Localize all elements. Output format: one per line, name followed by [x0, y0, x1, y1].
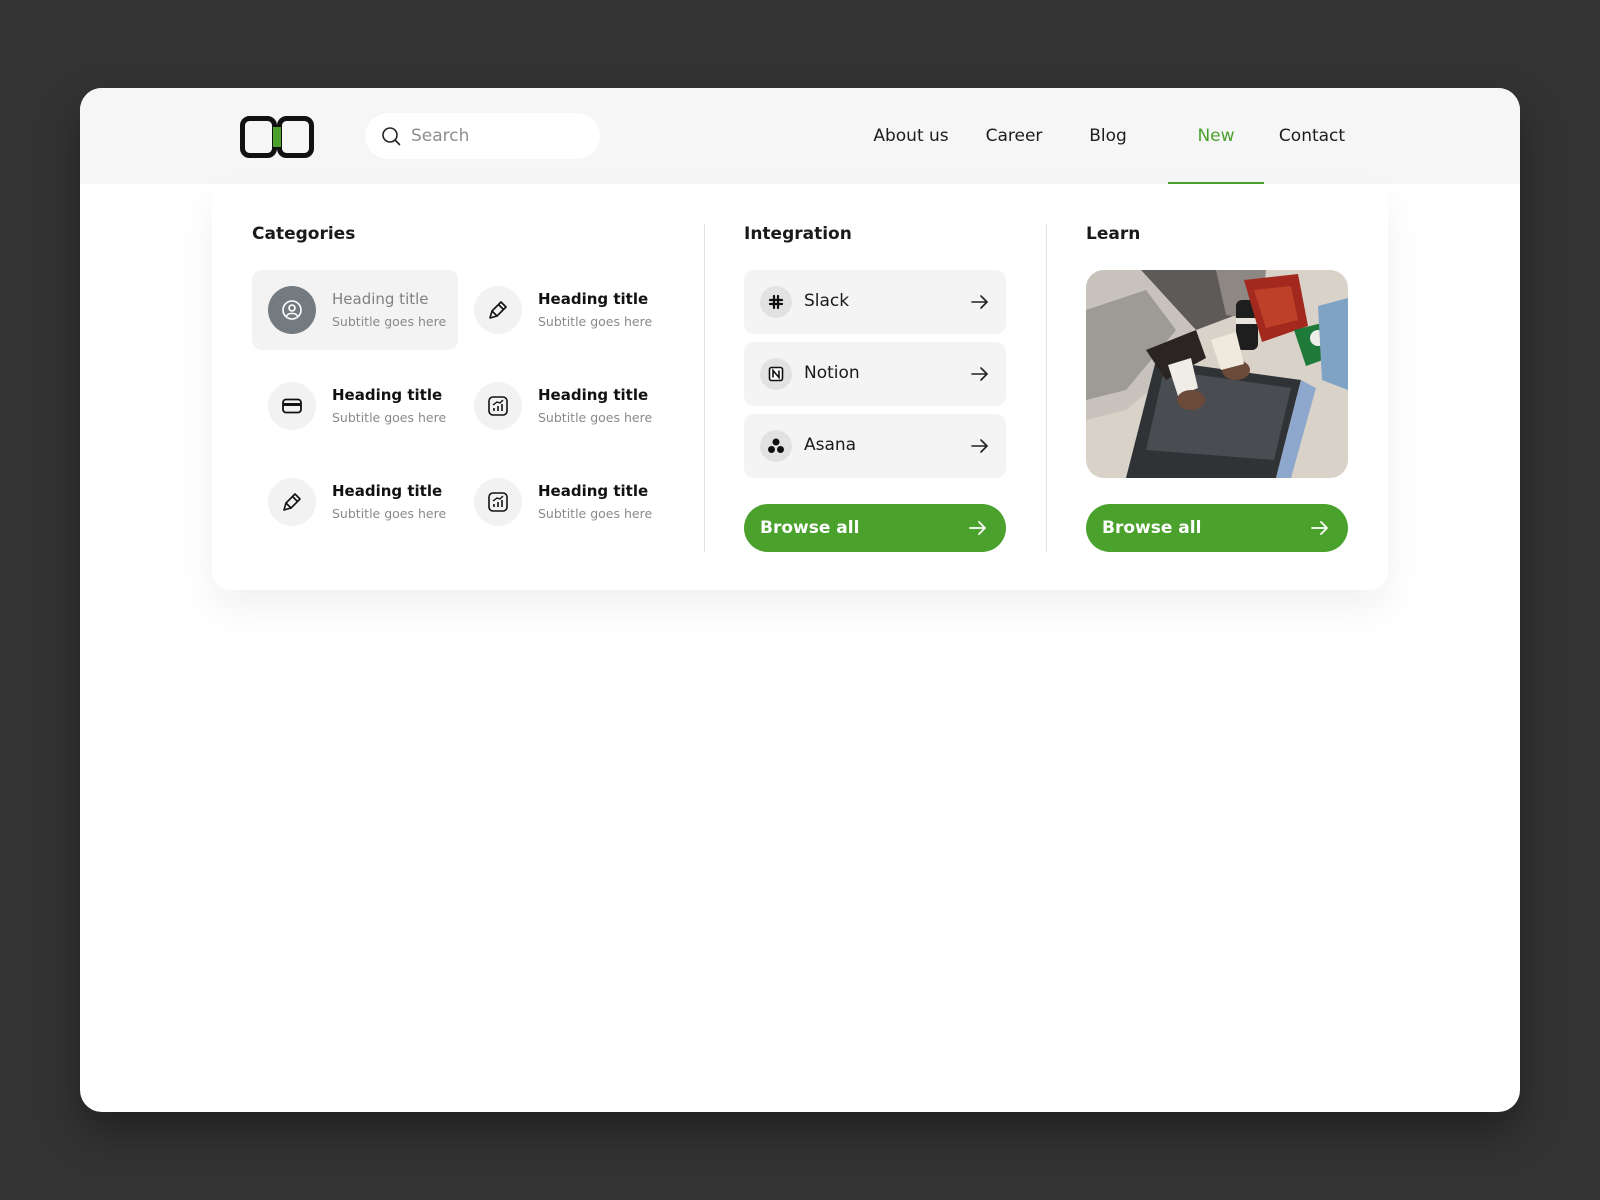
category-subtitle: Subtitle goes here — [538, 410, 653, 425]
chart-icon — [474, 478, 522, 526]
integration-label: Asana — [804, 435, 857, 455]
nav-career[interactable]: Career — [964, 88, 1064, 184]
category-item[interactable]: Heading title Subtitle goes here — [458, 366, 664, 446]
slack-icon — [760, 286, 792, 318]
section-divider — [1046, 224, 1047, 552]
arrow-right-icon — [971, 295, 988, 309]
learn-browse-all-button[interactable]: Browse all — [1086, 504, 1348, 552]
integration-title: Integration — [744, 224, 852, 244]
category-subtitle: Subtitle goes here — [332, 506, 447, 521]
category-heading: Heading title — [538, 386, 649, 404]
search-bar[interactable] — [365, 113, 600, 159]
category-heading: Heading title — [538, 290, 649, 308]
search-icon — [382, 127, 401, 146]
nav-contact[interactable]: Contact — [1262, 88, 1362, 184]
browse-all-label: Browse all — [760, 518, 860, 538]
category-item[interactable]: Heading title Subtitle goes here — [252, 270, 458, 350]
integration-slack[interactable]: Slack — [744, 270, 1006, 334]
category-item[interactable]: Heading title Subtitle goes here — [252, 366, 458, 446]
arrow-right-icon — [969, 521, 986, 535]
integration-label: Notion — [804, 363, 860, 383]
asana-icon — [760, 430, 792, 462]
integration-browse-all-button[interactable]: Browse all — [744, 504, 1006, 552]
category-subtitle: Subtitle goes here — [332, 410, 447, 425]
nav-about-us[interactable]: About us — [866, 88, 956, 184]
nav-blog[interactable]: Blog — [1060, 88, 1156, 184]
category-subtitle: Subtitle goes here — [332, 314, 447, 329]
category-heading: Heading title — [538, 482, 649, 500]
nav-new[interactable]: New — [1168, 88, 1264, 184]
category-item[interactable]: Heading title Subtitle goes here — [458, 270, 664, 350]
category-subtitle: Subtitle goes here — [538, 506, 653, 521]
arrow-right-icon — [1311, 521, 1328, 535]
brush-icon — [268, 478, 316, 526]
learn-title: Learn — [1086, 224, 1141, 244]
section-divider — [704, 224, 705, 552]
search-input[interactable] — [411, 126, 581, 146]
category-item[interactable]: Heading title Subtitle goes here — [458, 462, 664, 542]
learn-photo[interactable] — [1086, 270, 1348, 478]
category-heading: Heading title — [332, 386, 443, 404]
browse-all-label: Browse all — [1102, 518, 1202, 538]
category-heading: Heading title — [332, 290, 429, 308]
brush-icon — [474, 286, 522, 334]
top-navigation-bar: About us Career Blog New Contact — [80, 88, 1520, 184]
integration-notion[interactable]: Notion — [744, 342, 1006, 406]
integration-label: Slack — [804, 291, 850, 311]
user-circle-icon — [268, 286, 316, 334]
chart-icon — [474, 382, 522, 430]
mega-menu-panel: Categories Heading title Subtitle goes h… — [212, 184, 1388, 590]
browser-window: About us Career Blog New Contact Categor… — [80, 88, 1520, 1112]
arrow-right-icon — [971, 367, 988, 381]
credit-card-icon — [268, 382, 316, 430]
categories-title: Categories — [252, 224, 356, 244]
notion-icon — [760, 358, 792, 390]
arrow-right-icon — [971, 439, 988, 453]
logo[interactable] — [240, 116, 314, 158]
category-item[interactable]: Heading title Subtitle goes here — [252, 462, 458, 542]
category-heading: Heading title — [332, 482, 443, 500]
integration-asana[interactable]: Asana — [744, 414, 1006, 478]
category-subtitle: Subtitle goes here — [538, 314, 653, 329]
